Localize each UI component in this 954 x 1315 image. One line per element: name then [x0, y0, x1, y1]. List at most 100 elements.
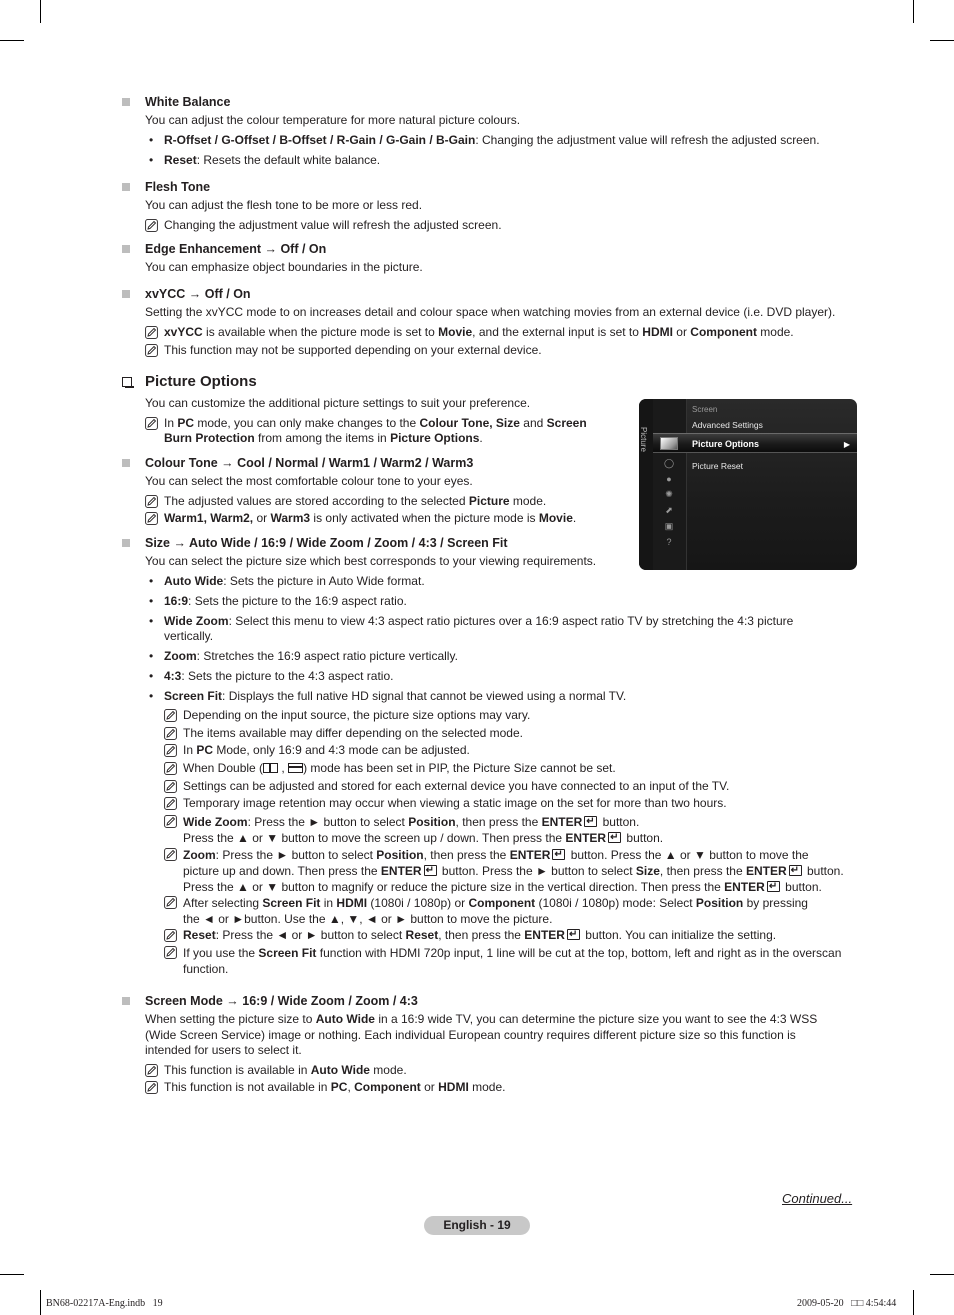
- section-title: Size → Auto Wide / 16:9 / Wide Zoom / Zo…: [145, 536, 508, 550]
- section-heading: Picture Options: [145, 373, 257, 390]
- enter-icon: [552, 847, 566, 863]
- note-text: Wide Zoom: Press the ► button to select …: [183, 814, 663, 846]
- square-bullet-icon: [122, 245, 130, 253]
- support-icon: ?: [666, 537, 672, 547]
- enter-icon: [788, 863, 802, 879]
- section-title: Colour Tone → Cool / Normal / Warm1 / Wa…: [145, 456, 474, 470]
- square-bullet-icon: [122, 459, 130, 467]
- crop-mark: [913, 0, 914, 23]
- bullet-dot-icon: •: [149, 153, 154, 167]
- note-icon: [164, 896, 177, 909]
- menu-item-screen[interactable]: Screen: [692, 402, 717, 417]
- note-icon: [145, 512, 158, 525]
- square-bullet-icon: [122, 183, 130, 191]
- note-icon: [164, 744, 177, 757]
- crop-mark: [913, 1290, 914, 1315]
- bullet-text: : Resets the default white balance.: [196, 153, 381, 167]
- section-title: White Balance: [145, 95, 231, 109]
- bullet-dot-icon: •: [149, 614, 154, 628]
- section-title: Screen Mode → 16:9 / Wide Zoom / Zoom / …: [145, 994, 418, 1008]
- sound-icon: ◯: [663, 458, 675, 468]
- square-bullet-icon: [122, 997, 130, 1005]
- note-text: Reset: Press the ◄ or ► button to select…: [183, 927, 776, 943]
- enter-icon: [766, 879, 780, 895]
- channel-icon: ●: [666, 474, 672, 484]
- bullet-dot-icon: •: [149, 649, 154, 663]
- square-bullet-icon: [122, 539, 130, 547]
- section-desc: You can emphasize object boundaries in t…: [145, 260, 423, 274]
- note-icon: [145, 344, 158, 357]
- note-text: This function is not available in PC, Co…: [164, 1080, 506, 1094]
- section-desc: You can select the most comfortable colo…: [145, 474, 473, 488]
- bullet-dot-icon: •: [149, 689, 154, 703]
- enter-icon: [423, 863, 437, 879]
- bullet-dot-icon: •: [149, 594, 154, 608]
- enter-icon: [608, 830, 622, 846]
- picture-icon: [660, 437, 678, 450]
- note-text: If you use the Screen Fit function with …: [183, 946, 842, 976]
- enter-icon: [584, 814, 598, 830]
- section-title: xvYCC → Off / On: [145, 287, 251, 301]
- section-desc: When setting the picture size to Auto Wi…: [145, 1012, 818, 1057]
- continued-label: Continued...: [782, 1191, 853, 1206]
- note-text: Warm1, Warm2, or Warm3 is only activated…: [164, 511, 577, 525]
- checkbox-bullet-icon: [122, 377, 134, 388]
- print-file-info: BN68-02217A-Eng.indb 19: [46, 1298, 163, 1309]
- bullet-dot-icon: •: [149, 574, 154, 588]
- pip-double-horizontal-icon: [288, 763, 304, 773]
- note-text: Depending on the input source, the pictu…: [183, 708, 531, 722]
- section-desc: You can adjust the flesh tone to be more…: [145, 198, 423, 212]
- note-text: The items available may differ depending…: [183, 726, 523, 740]
- menu-item-advanced-settings[interactable]: Advanced Settings: [692, 418, 763, 433]
- square-bullet-icon: [122, 290, 130, 298]
- crop-mark: [40, 1290, 41, 1315]
- tv-menu-screenshot: Picture Screen Advanced Settings Picture…: [639, 399, 857, 570]
- menu-side-label: Picture: [639, 427, 648, 452]
- menu-item-picture-reset[interactable]: Picture Reset: [692, 459, 743, 474]
- note-text: In PC Mode, only 16:9 and 4:3 mode can b…: [183, 743, 470, 757]
- page-number: English - 19: [424, 1216, 530, 1235]
- note-icon: [164, 929, 177, 942]
- note-icon: [164, 709, 177, 722]
- bullet-term: R-Offset / G-Offset / B-Offset / R-Gain …: [164, 133, 476, 147]
- arrow-right-icon: ▶: [843, 440, 850, 449]
- crop-mark: [0, 40, 24, 41]
- section-desc: You can customize the additional picture…: [145, 396, 531, 410]
- note-text: xvYCC is available when the picture mode…: [164, 325, 794, 339]
- note-icon: [164, 762, 177, 775]
- square-bullet-icon: [122, 98, 130, 106]
- pip-double-vertical-icon: [263, 763, 279, 773]
- note-text: In PC mode, you can only make changes to…: [164, 416, 587, 445]
- note-icon: [164, 815, 177, 828]
- crop-mark: [40, 0, 41, 23]
- bullet-text: : Changing the adjustment value will ref…: [475, 133, 820, 147]
- note-icon: [164, 727, 177, 740]
- crop-mark: [930, 1274, 954, 1275]
- input-icon: ⬈: [665, 505, 673, 515]
- note-text: Temporary image retention may occur when…: [183, 796, 727, 810]
- print-date-info: 2009-05-20 □□ 4:54:44: [797, 1298, 897, 1309]
- bullet-dot-icon: •: [149, 133, 154, 147]
- note-text: When Double ( , ) mode has been set in P…: [183, 761, 616, 775]
- bullet-dot-icon: •: [149, 669, 154, 683]
- note-text: This function may not be supported depen…: [164, 343, 542, 357]
- menu-item-picture-options[interactable]: Picture Options ▶: [653, 433, 857, 453]
- section-desc: You can adjust the colour temperature fo…: [145, 113, 521, 127]
- note-icon: [145, 1081, 158, 1094]
- menu-side-bar: [639, 399, 653, 570]
- crop-mark: [930, 40, 954, 41]
- note-icon: [164, 946, 177, 959]
- enter-icon: [566, 927, 580, 942]
- note-text: The adjusted values are stored according…: [164, 494, 547, 508]
- note-text: Changing the adjustment value will refre…: [164, 218, 502, 232]
- note-text: Zoom: Press the ► button to select Posit…: [183, 847, 844, 895]
- section-desc: Setting the xvYCC mode to on increases d…: [145, 305, 836, 319]
- crop-mark: [0, 1274, 24, 1275]
- note-icon: [164, 848, 177, 861]
- section-title: Flesh Tone: [145, 180, 211, 194]
- menu-item-label: Picture Options: [692, 439, 760, 449]
- note-text: Settings can be adjusted and stored for …: [183, 779, 730, 793]
- note-icon: [145, 417, 158, 430]
- section-desc: You can select the picture size which be…: [145, 554, 597, 568]
- note-icon: [145, 326, 158, 339]
